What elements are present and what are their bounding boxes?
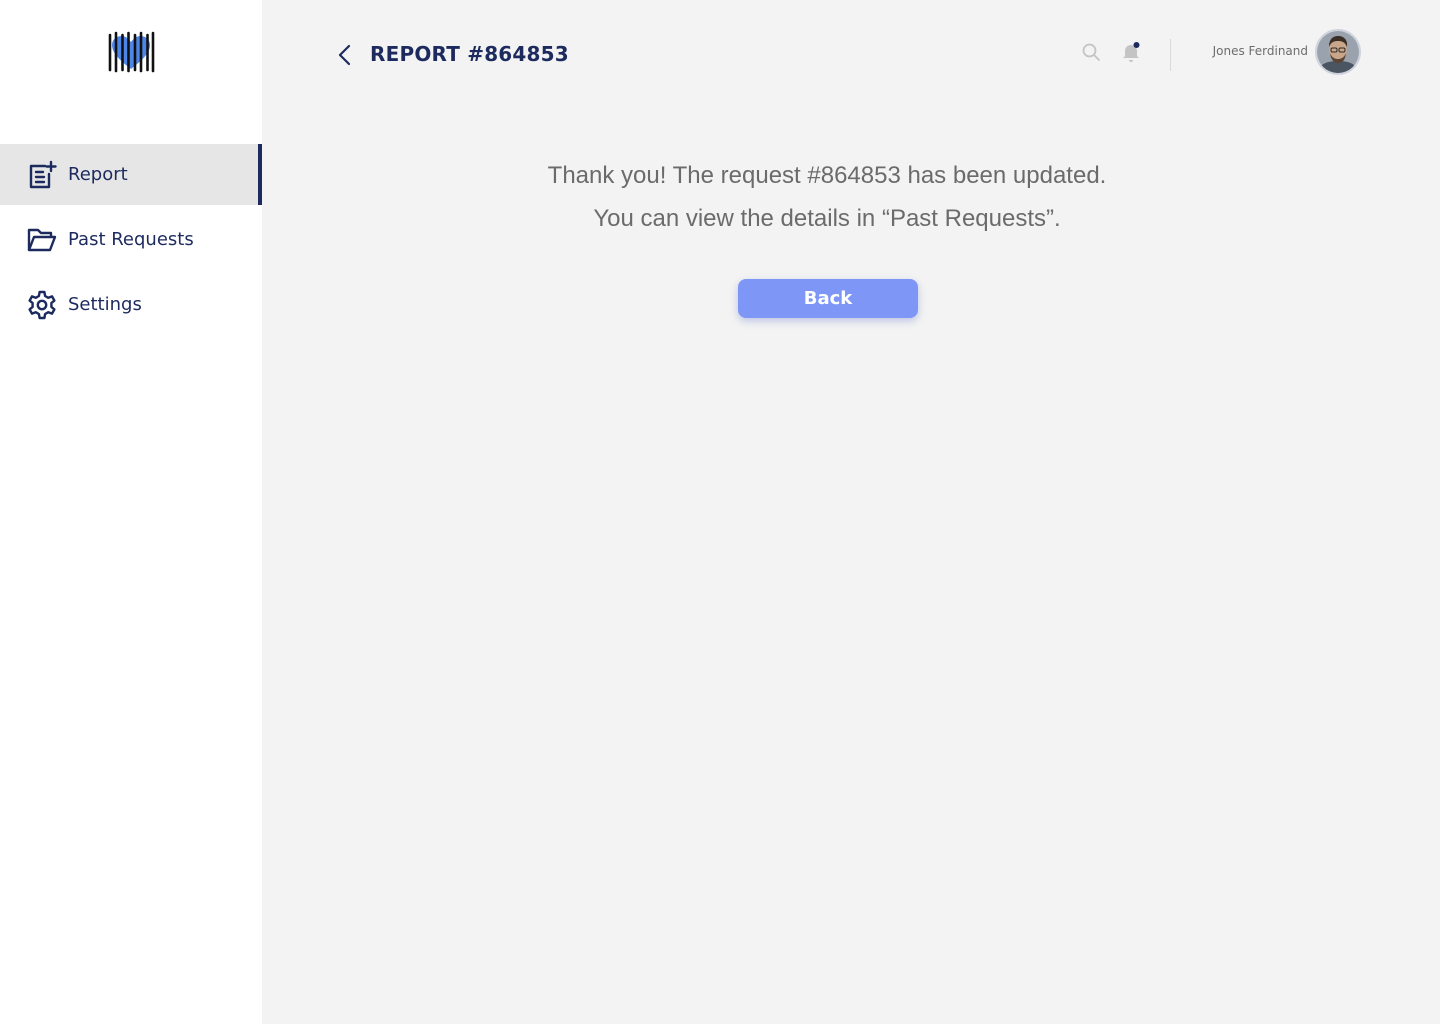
sidebar-item-past-requests[interactable]: Past Requests: [0, 209, 262, 270]
back-button[interactable]: Back: [738, 279, 918, 318]
back-chevron-button[interactable]: [334, 42, 356, 68]
search-button[interactable]: [1080, 41, 1102, 63]
confirmation-detail: You can view the details in “Past Reques…: [593, 205, 1061, 232]
avatar[interactable]: [1315, 29, 1361, 75]
folder-open-icon: [27, 225, 57, 255]
sidebar-item-label: Report: [68, 163, 128, 185]
page-title: REPORT #864853: [370, 42, 569, 66]
sidebar-item-label: Settings: [68, 293, 142, 315]
confirmation-message: Thank you! The request #864853 has been …: [547, 162, 1107, 189]
sidebar-item-settings[interactable]: Settings: [0, 274, 262, 335]
notifications-button[interactable]: [1120, 40, 1142, 64]
search-icon: [1082, 43, 1100, 61]
sidebar-nav: Report Past Requests Settings: [0, 144, 262, 335]
chevron-left-icon: [338, 44, 351, 66]
header-divider: [1170, 39, 1171, 71]
report-add-icon: [27, 160, 57, 190]
sidebar-item-label: Past Requests: [68, 228, 194, 250]
sidebar: Report Past Requests Settings: [0, 0, 262, 1024]
gear-icon: [27, 290, 57, 320]
bell-icon: [1123, 42, 1140, 62]
sidebar-item-report[interactable]: Report: [0, 144, 262, 205]
logo[interactable]: [106, 31, 156, 73]
user-name[interactable]: Jones Ferdinand: [1190, 44, 1308, 58]
